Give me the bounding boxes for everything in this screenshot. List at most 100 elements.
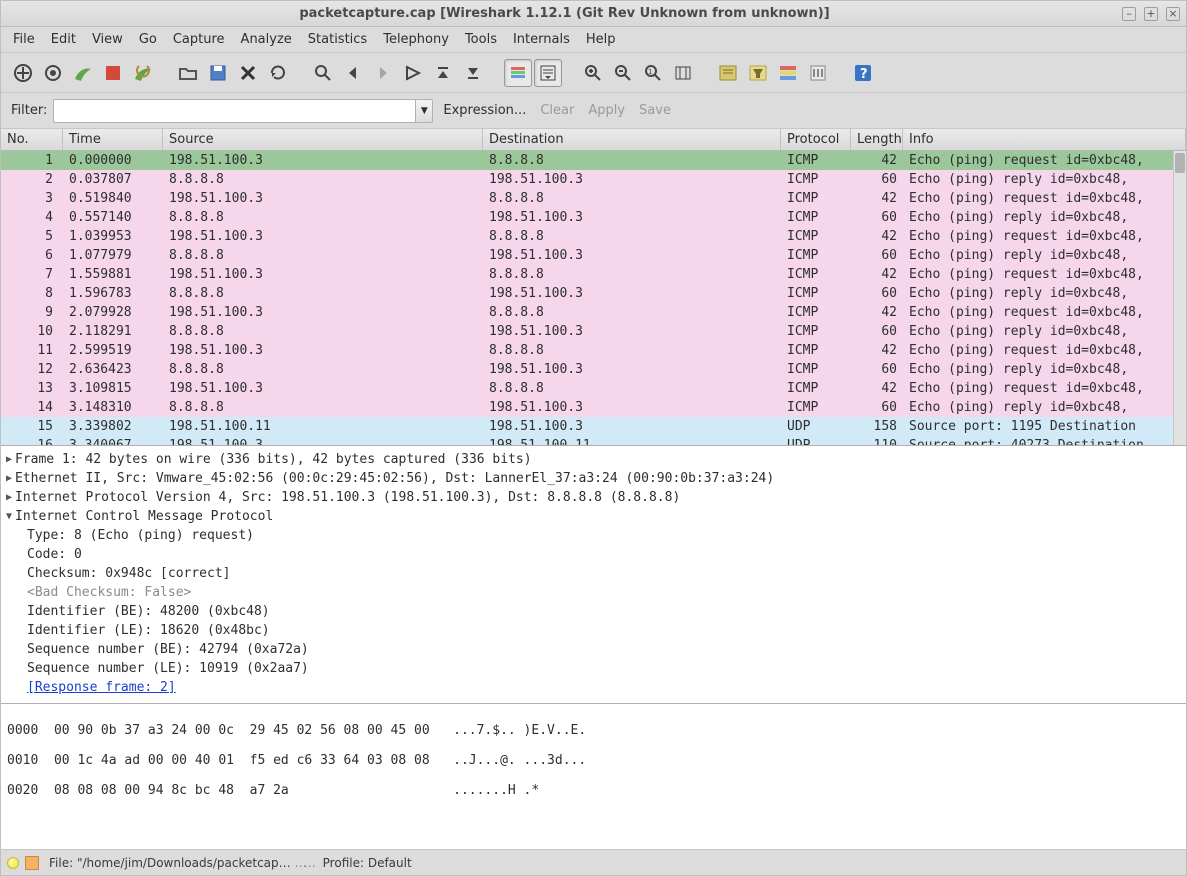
maximize-button[interactable]: + [1144, 7, 1158, 21]
hex-dump-pane[interactable]: 0000 00 90 0b 37 a3 24 00 0c 29 45 02 56… [1, 704, 1186, 849]
start-capture-icon[interactable] [69, 59, 97, 87]
menu-tools[interactable]: Tools [457, 29, 505, 50]
col-no[interactable]: No. [1, 129, 63, 150]
menu-help[interactable]: Help [578, 29, 624, 50]
hex-row[interactable]: 0000 00 90 0b 37 a3 24 00 0c 29 45 02 56… [7, 723, 1180, 738]
packet-row[interactable]: 10.000000198.51.100.38.8.8.8ICMP42Echo (… [1, 151, 1186, 170]
tree-checksum[interactable]: Checksum: 0x948c [correct] [27, 566, 231, 581]
col-info[interactable]: Info [903, 129, 1186, 150]
packet-row[interactable]: 163.340067198.51.100.3198.51.100.11UDP11… [1, 436, 1186, 445]
tree-seq-be[interactable]: Sequence number (BE): 42794 (0xa72a) [27, 642, 309, 657]
expander-icon[interactable]: ▶ [3, 473, 15, 484]
packet-row[interactable]: 71.559881198.51.100.38.8.8.8ICMP42Echo (… [1, 265, 1186, 284]
help-icon[interactable]: ? [849, 59, 877, 87]
packet-list-body[interactable]: 10.000000198.51.100.38.8.8.8ICMP42Echo (… [1, 151, 1186, 445]
tree-bad-checksum[interactable]: <Bad Checksum: False> [27, 585, 191, 600]
packet-row[interactable]: 102.1182918.8.8.8198.51.100.3ICMP60Echo … [1, 322, 1186, 341]
tree-code[interactable]: Code: 0 [27, 547, 82, 562]
packet-row[interactable]: 30.519840198.51.100.38.8.8.8ICMP42Echo (… [1, 189, 1186, 208]
filter-dropdown-icon[interactable]: ▼ [415, 99, 433, 123]
stop-capture-icon[interactable] [99, 59, 127, 87]
apply-button[interactable]: Apply [584, 103, 629, 118]
packet-row[interactable]: 122.6364238.8.8.8198.51.100.3ICMP60Echo … [1, 360, 1186, 379]
packet-row[interactable]: 61.0779798.8.8.8198.51.100.3ICMP60Echo (… [1, 246, 1186, 265]
packet-row[interactable]: 153.339802198.51.100.11198.51.100.3UDP15… [1, 417, 1186, 436]
packet-list-scrollbar[interactable] [1173, 151, 1186, 445]
filter-input[interactable] [53, 99, 415, 123]
menu-statistics[interactable]: Statistics [300, 29, 375, 50]
col-time[interactable]: Time [63, 129, 163, 150]
menu-file[interactable]: File [5, 29, 43, 50]
expander-icon[interactable]: ▶ [3, 492, 15, 503]
menu-internals[interactable]: Internals [505, 29, 578, 50]
hex-row[interactable]: 0020 08 08 08 00 94 8c bc 48 a7 2a .....… [7, 783, 1180, 798]
menu-analyze[interactable]: Analyze [233, 29, 300, 50]
capture-filters-icon[interactable] [714, 59, 742, 87]
close-file-icon[interactable] [234, 59, 262, 87]
goto-first-icon[interactable] [429, 59, 457, 87]
packet-row[interactable]: 81.5967838.8.8.8198.51.100.3ICMP60Echo (… [1, 284, 1186, 303]
packet-details-pane[interactable]: ▶Frame 1: 42 bytes on wire (336 bits), 4… [1, 446, 1186, 704]
tree-frame[interactable]: Frame 1: 42 bytes on wire (336 bits), 42… [15, 452, 532, 467]
col-source[interactable]: Source [163, 129, 483, 150]
packet-row[interactable]: 133.109815198.51.100.38.8.8.8ICMP42Echo … [1, 379, 1186, 398]
tree-icmp[interactable]: Internet Control Message Protocol [15, 509, 273, 524]
save-file-icon[interactable] [204, 59, 232, 87]
cell-info: Echo (ping) reply id=0xbc48, [903, 324, 1172, 339]
cell-no: 3 [1, 191, 63, 206]
packet-row[interactable]: 51.039953198.51.100.38.8.8.8ICMP42Echo (… [1, 227, 1186, 246]
menu-edit[interactable]: Edit [43, 29, 84, 50]
zoom-in-icon[interactable] [579, 59, 607, 87]
zoom-reset-icon[interactable]: 1 [639, 59, 667, 87]
clear-button[interactable]: Clear [536, 103, 578, 118]
expander-icon[interactable]: ▼ [3, 511, 15, 522]
resize-columns-icon[interactable] [669, 59, 697, 87]
col-destination[interactable]: Destination [483, 129, 781, 150]
tree-id-le[interactable]: Identifier (LE): 18620 (0x48bc) [27, 623, 270, 638]
tree-ethernet[interactable]: Ethernet II, Src: Vmware_45:02:56 (00:0c… [15, 471, 774, 486]
tree-type[interactable]: Type: 8 (Echo (ping) request) [27, 528, 254, 543]
col-protocol[interactable]: Protocol [781, 129, 851, 150]
autoscroll-icon[interactable] [534, 59, 562, 87]
interfaces-icon[interactable] [9, 59, 37, 87]
menu-capture[interactable]: Capture [165, 29, 233, 50]
tree-seq-le[interactable]: Sequence number (LE): 10919 (0x2aa7) [27, 661, 309, 676]
menu-view[interactable]: View [84, 29, 131, 50]
restart-capture-icon[interactable] [129, 59, 157, 87]
packet-row[interactable]: 143.1483108.8.8.8198.51.100.3ICMP60Echo … [1, 398, 1186, 417]
packet-row[interactable]: 20.0378078.8.8.8198.51.100.3ICMP60Echo (… [1, 170, 1186, 189]
packet-row[interactable]: 112.599519198.51.100.38.8.8.8ICMP42Echo … [1, 341, 1186, 360]
hex-row[interactable]: 0010 00 1c 4a ad 00 00 40 01 f5 ed c6 33… [7, 753, 1180, 768]
status-file[interactable]: File: "/home/jim/Downloads/packetcap… [49, 856, 291, 870]
save-filter-button[interactable]: Save [635, 103, 675, 118]
colorize-icon[interactable] [504, 59, 532, 87]
tree-id-be[interactable]: Identifier (BE): 48200 (0xbc48) [27, 604, 270, 619]
display-filters-icon[interactable] [744, 59, 772, 87]
goto-packet-icon[interactable] [399, 59, 427, 87]
tree-response-frame-link[interactable]: [Response frame: 2] [27, 680, 176, 695]
goto-last-icon[interactable] [459, 59, 487, 87]
tree-ip[interactable]: Internet Protocol Version 4, Src: 198.51… [15, 490, 680, 505]
find-packet-icon[interactable] [309, 59, 337, 87]
reload-icon[interactable] [264, 59, 292, 87]
menu-telephony[interactable]: Telephony [375, 29, 457, 50]
close-button[interactable]: × [1166, 7, 1180, 21]
minimize-button[interactable]: – [1122, 7, 1136, 21]
col-length[interactable]: Length [851, 129, 903, 150]
status-profile[interactable]: Profile: Default [323, 856, 412, 870]
go-back-icon[interactable] [339, 59, 367, 87]
zoom-out-icon[interactable] [609, 59, 637, 87]
expression-button[interactable]: Expression... [439, 103, 530, 118]
menu-go[interactable]: Go [131, 29, 165, 50]
packet-row[interactable]: 92.079928198.51.100.38.8.8.8ICMP42Echo (… [1, 303, 1186, 322]
coloring-rules-icon[interactable] [774, 59, 802, 87]
preferences-icon[interactable] [804, 59, 832, 87]
annotation-icon[interactable] [25, 856, 39, 870]
open-file-icon[interactable] [174, 59, 202, 87]
packet-row[interactable]: 40.5571408.8.8.8198.51.100.3ICMP60Echo (… [1, 208, 1186, 227]
capture-options-icon[interactable] [39, 59, 67, 87]
go-forward-icon[interactable] [369, 59, 397, 87]
expert-info-led-icon[interactable] [7, 857, 19, 869]
scrollbar-thumb[interactable] [1175, 153, 1185, 173]
expander-icon[interactable]: ▶ [3, 454, 15, 465]
